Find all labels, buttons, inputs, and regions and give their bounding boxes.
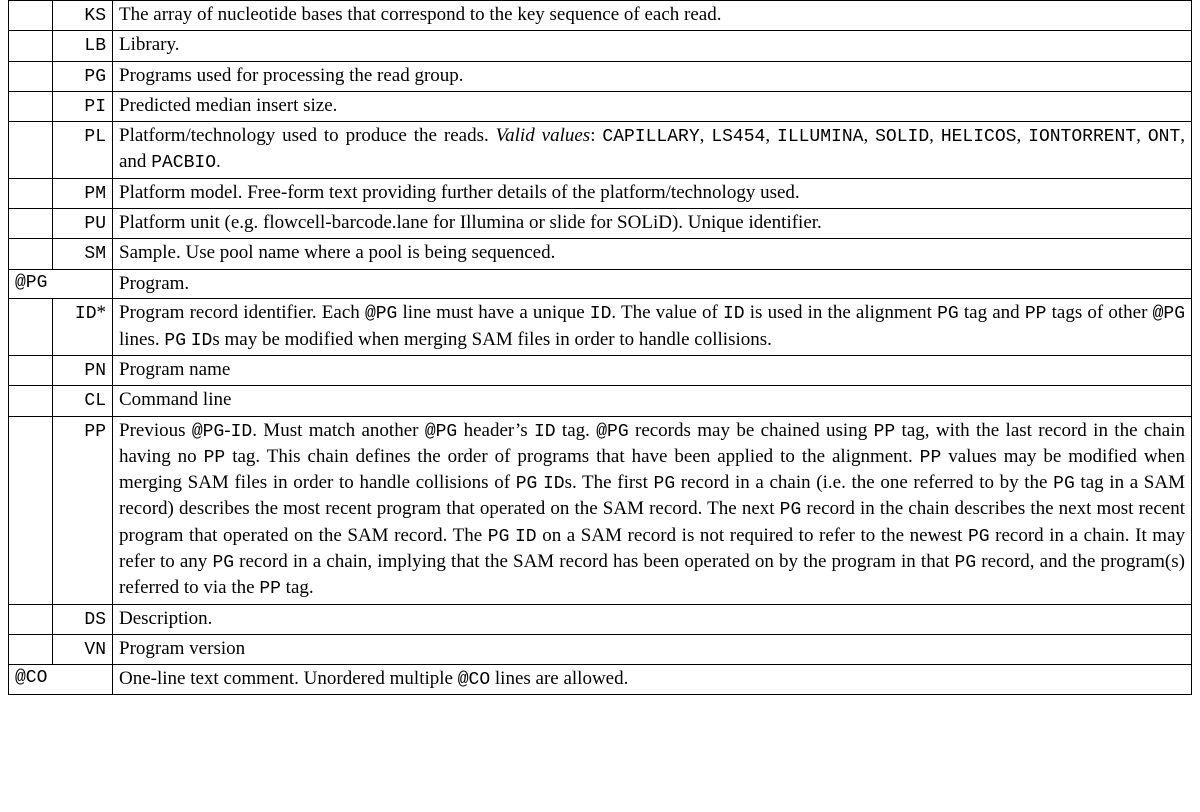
tag-cell: PI	[53, 91, 113, 121]
tag-cell: PL	[53, 122, 113, 179]
description-cell: Platform model. Free-form text providing…	[113, 178, 1192, 208]
tag-code: PG	[84, 67, 106, 87]
tag-code: KS	[84, 6, 106, 26]
table-row: LB Library.	[9, 31, 1192, 61]
indent-cell	[9, 122, 53, 179]
group-tag: @PG	[9, 269, 113, 299]
indent-cell	[9, 239, 53, 269]
table-row: @COOne-line text comment. Unordered mult…	[9, 665, 1192, 695]
tag-cell: LB	[53, 31, 113, 61]
indent-cell	[9, 91, 53, 121]
description-cell: Platform unit (e.g. flowcell-barcode.lan…	[113, 209, 1192, 239]
tag-code: VN	[84, 640, 106, 660]
indent-cell	[9, 634, 53, 664]
description-cell: Description.	[113, 604, 1192, 634]
tag-cell: PU	[53, 209, 113, 239]
description-cell: Platform/technology used to produce the …	[113, 122, 1192, 179]
tag-cell: CL	[53, 386, 113, 416]
tag-cell: PG	[53, 61, 113, 91]
table-row: PN Program name	[9, 355, 1192, 385]
tag-code: ID	[75, 304, 97, 324]
tag-cell: KS	[53, 1, 113, 31]
spec-table: KS The array of nucleotide bases that cor…	[8, 0, 1192, 695]
table-row: PG Programs used for processing the read …	[9, 61, 1192, 91]
tag-code: LB	[84, 36, 106, 56]
description-cell: One-line text comment. Unordered multipl…	[113, 665, 1192, 695]
table-row: PL Platform/technology used to produce th…	[9, 122, 1192, 179]
tag-code: PP	[84, 422, 106, 442]
tag-code: DS	[84, 610, 106, 630]
indent-cell	[9, 31, 53, 61]
tag-cell: ID*	[53, 299, 113, 356]
description-cell: Sample. Use pool name where a pool is be…	[113, 239, 1192, 269]
indent-cell	[9, 209, 53, 239]
indent-cell	[9, 178, 53, 208]
description-cell: Program.	[113, 269, 1192, 299]
table-row: PI Predicted median insert size.	[9, 91, 1192, 121]
table-row: ID*Program record identifier. Each @PG l…	[9, 299, 1192, 356]
indent-cell	[9, 355, 53, 385]
table-row: SM Sample. Use pool name where a pool is …	[9, 239, 1192, 269]
table-row: KS The array of nucleotide bases that cor…	[9, 1, 1192, 31]
description-cell: Program record identifier. Each @PG line…	[113, 299, 1192, 356]
table-row: PU Platform unit (e.g. flowcell-barcode.l…	[9, 209, 1192, 239]
group-tag: @CO	[9, 665, 113, 695]
description-cell: Previous @PG-ID. Must match another @PG …	[113, 416, 1192, 604]
indent-cell	[9, 386, 53, 416]
required-star: *	[97, 302, 107, 323]
description-cell: Library.	[113, 31, 1192, 61]
description-cell: Predicted median insert size.	[113, 91, 1192, 121]
tag-code: PI	[84, 97, 106, 117]
description-cell: Command line	[113, 386, 1192, 416]
tag-cell: SM	[53, 239, 113, 269]
description-cell: Program version	[113, 634, 1192, 664]
table-row: PP Previous @PG-ID. Must match another @P…	[9, 416, 1192, 604]
tag-cell: VN	[53, 634, 113, 664]
tag-code: PN	[84, 361, 106, 381]
indent-cell	[9, 61, 53, 91]
tag-code: PU	[84, 214, 106, 234]
description-cell: The array of nucleotide bases that corre…	[113, 1, 1192, 31]
tag-cell: PN	[53, 355, 113, 385]
tag-code: PL	[84, 127, 106, 147]
page: KS The array of nucleotide bases that cor…	[0, 0, 1200, 703]
tag-cell: PM	[53, 178, 113, 208]
table-row: @PGProgram.	[9, 269, 1192, 299]
tag-cell: DS	[53, 604, 113, 634]
table-row: CL Command line	[9, 386, 1192, 416]
description-cell: Programs used for processing the read gr…	[113, 61, 1192, 91]
indent-cell	[9, 299, 53, 356]
indent-cell	[9, 604, 53, 634]
indent-cell	[9, 416, 53, 604]
tag-cell: PP	[53, 416, 113, 604]
tag-code: CL	[84, 391, 106, 411]
table-row: VN Program version	[9, 634, 1192, 664]
description-cell: Program name	[113, 355, 1192, 385]
tag-code: PM	[84, 184, 106, 204]
tag-code: SM	[84, 244, 106, 264]
table-row: PM Platform model. Free-form text providi…	[9, 178, 1192, 208]
table-row: DS Description.	[9, 604, 1192, 634]
indent-cell	[9, 1, 53, 31]
